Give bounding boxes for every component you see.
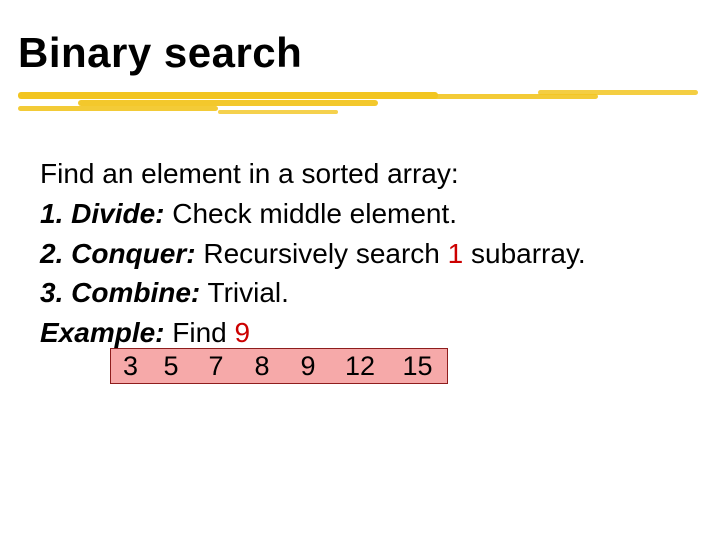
- step-3-text: Trivial.: [200, 277, 289, 308]
- array-cell: 9: [284, 348, 332, 384]
- array-cell: 12: [332, 348, 388, 384]
- intro-line: Find an element in a sorted array:: [40, 154, 680, 194]
- slide: Binary search Find an element in a sorte…: [0, 0, 720, 540]
- step-2-text-a: Recursively search: [196, 238, 448, 269]
- example-line: Example: Find 9: [40, 313, 680, 353]
- body: Find an element in a sorted array: 1. Di…: [40, 154, 680, 353]
- array-row: 3 5 7 8 9 12 15: [110, 348, 448, 384]
- step-2-text-b: subarray.: [463, 238, 585, 269]
- step-3: 3. Combine: Trivial.: [40, 273, 680, 313]
- array-cell: 8: [240, 348, 284, 384]
- array-cell: 5: [150, 348, 192, 384]
- step-1-label: 1. Divide:: [40, 198, 164, 229]
- example-label: Example:: [40, 317, 165, 348]
- step-2: 2. Conquer: Recursively search 1 subarra…: [40, 234, 680, 274]
- example-text: Find: [165, 317, 235, 348]
- step-3-label: 3. Combine:: [40, 277, 200, 308]
- step-2-label: 2. Conquer:: [40, 238, 196, 269]
- array-cell: 3: [110, 348, 150, 384]
- step-1: 1. Divide: Check middle element.: [40, 194, 680, 234]
- array-cell: 7: [192, 348, 240, 384]
- title-block: Binary search: [18, 32, 302, 74]
- step-2-count: 1: [448, 238, 464, 269]
- slide-title: Binary search: [18, 32, 302, 74]
- example-target: 9: [235, 317, 251, 348]
- step-1-text: Check middle element.: [164, 198, 457, 229]
- array-cell: 15: [388, 348, 448, 384]
- title-underline-brush: [18, 90, 700, 122]
